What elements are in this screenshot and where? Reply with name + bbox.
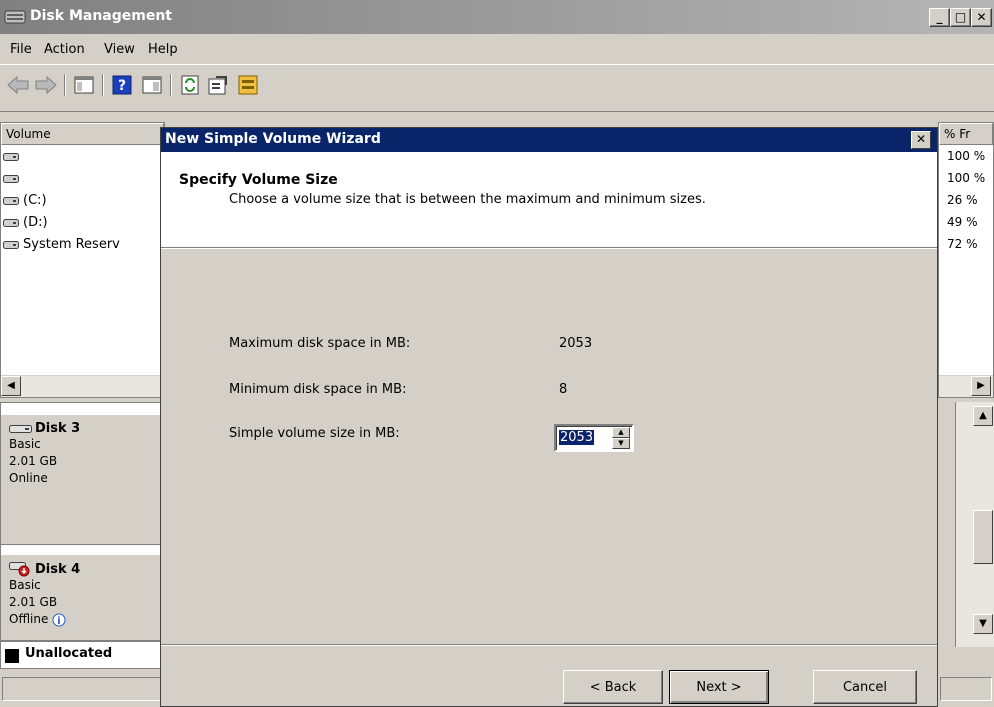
- toolbar-separator: [170, 74, 172, 96]
- help-icon[interactable]: ?: [110, 73, 134, 97]
- wizard-close-button[interactable]: ✕: [911, 131, 931, 149]
- disk-name: Disk 3: [35, 421, 81, 436]
- disk-type: Basic: [9, 578, 41, 592]
- min-space-value: 8: [559, 382, 568, 397]
- disk-icon: [3, 219, 19, 227]
- volume-hscrollbar[interactable]: ◀: [1, 375, 164, 397]
- new-simple-volume-wizard: New Simple Volume Wizard ✕ Specify Volum…: [160, 127, 938, 707]
- disk-icon: [3, 175, 19, 183]
- disk-icon: [3, 197, 19, 205]
- volume-row[interactable]: (C:): [1, 191, 164, 213]
- volume-label: (C:): [23, 193, 47, 208]
- volume-label: System Reserv: [23, 237, 120, 252]
- disk-icon: [9, 424, 32, 433]
- properties-icon[interactable]: [206, 73, 230, 97]
- menu-help[interactable]: Help: [148, 42, 178, 57]
- properties-pane-icon[interactable]: [140, 73, 164, 97]
- wizard-header: Specify Volume Size Choose a volume size…: [161, 152, 937, 248]
- volume-row[interactable]: [1, 169, 164, 191]
- volume-list: Volume (C:) (D:) System Reserv ◀: [0, 122, 165, 398]
- volume-row[interactable]: (D:): [1, 213, 164, 235]
- offline-disk-icon: [9, 562, 30, 577]
- refresh-icon[interactable]: [178, 73, 202, 97]
- cancel-button[interactable]: Cancel: [813, 670, 917, 704]
- toolbar: ?: [0, 64, 994, 112]
- volume-size-input[interactable]: 2053: [559, 430, 595, 445]
- percent-free-value: 26 %: [947, 193, 978, 207]
- toolbar-separator: [64, 74, 66, 96]
- wizard-title: New Simple Volume Wizard: [165, 131, 381, 147]
- svg-text:?: ?: [118, 78, 126, 94]
- back-button[interactable]: < Back: [563, 670, 663, 704]
- window-titlebar: Disk Management _ □ ✕: [0, 0, 994, 34]
- disk-name: Disk 4: [35, 561, 81, 577]
- window-title: Disk Management: [30, 8, 172, 24]
- wizard-titlebar: New Simple Volume Wizard ✕: [161, 128, 937, 152]
- volume-size-stepper[interactable]: 2053 ▲ ▼: [554, 424, 634, 452]
- scroll-down-icon[interactable]: ▼: [973, 614, 993, 634]
- menu-bar: File Action View Help: [0, 34, 994, 64]
- volume-row[interactable]: System Reserv: [1, 235, 164, 257]
- menu-action[interactable]: Action: [44, 42, 85, 57]
- minimize-button[interactable]: _: [929, 8, 950, 27]
- disk-management-icon: [4, 10, 26, 24]
- disk-size: 2.01 GB: [9, 454, 58, 468]
- wizard-step-subtitle: Choose a volume size that is between the…: [229, 192, 706, 207]
- toolbar-separator: [102, 74, 104, 96]
- volume-label: (D:): [23, 215, 48, 230]
- disk-vscrollbar[interactable]: ▲ ▼: [955, 402, 994, 647]
- disk-icon: [3, 241, 19, 249]
- free-percent-list: % Fr 100 % 100 % 26 % 49 % 72 % ▶: [938, 122, 994, 398]
- close-button[interactable]: ✕: [971, 8, 992, 27]
- next-button[interactable]: Next >: [669, 670, 769, 704]
- disk-icon: [3, 153, 19, 161]
- status-cell: [2, 677, 162, 701]
- min-space-label: Minimum disk space in MB:: [229, 382, 407, 397]
- percent-free-value: 72 %: [947, 237, 978, 251]
- disk-type: Basic: [9, 437, 41, 451]
- status-cell: [940, 677, 992, 701]
- menu-file[interactable]: File: [10, 42, 32, 57]
- settings-icon[interactable]: [236, 73, 260, 97]
- maximize-button[interactable]: □: [950, 8, 971, 27]
- disk-list: Disk 3 Basic 2.01 GB Online Disk 4 Basic…: [0, 402, 165, 647]
- back-arrow-icon[interactable]: [6, 73, 30, 97]
- disk-size: 2.01 GB: [9, 595, 58, 609]
- scroll-thumb[interactable]: [973, 510, 993, 564]
- legend-label: Unallocated: [25, 646, 113, 661]
- percent-free-value: 49 %: [947, 215, 978, 229]
- scroll-right-icon[interactable]: ▶: [971, 376, 991, 396]
- disk-status: Offline: [9, 612, 49, 626]
- column-header-percent-free[interactable]: % Fr: [939, 123, 993, 145]
- scroll-left-icon[interactable]: ◀: [1, 376, 21, 396]
- column-header-volume[interactable]: Volume: [1, 123, 164, 145]
- forward-arrow-icon[interactable]: [34, 73, 58, 97]
- percent-free-value: 100 %: [947, 171, 986, 185]
- footer-separator: [161, 644, 937, 646]
- percent-free-value: 100 %: [947, 149, 986, 163]
- wizard-step-title: Specify Volume Size: [179, 172, 338, 188]
- info-icon[interactable]: i: [52, 613, 66, 627]
- header-separator: [161, 248, 937, 250]
- disk-3-block[interactable]: Disk 3 Basic 2.01 GB Online: [1, 415, 164, 545]
- volume-row[interactable]: [1, 147, 164, 169]
- scroll-up-icon[interactable]: ▲: [973, 406, 993, 426]
- legend: Unallocated: [0, 641, 165, 669]
- menu-view[interactable]: View: [104, 42, 135, 57]
- spin-up-icon[interactable]: ▲: [612, 427, 630, 438]
- spin-down-icon[interactable]: ▼: [612, 438, 630, 449]
- unallocated-swatch: [5, 649, 19, 663]
- disk-4-block[interactable]: Disk 4 Basic 2.01 GB Offline i: [1, 555, 164, 641]
- percent-hscrollbar[interactable]: ▶: [939, 375, 993, 397]
- disk-status: Online: [9, 471, 48, 485]
- console-tree-icon[interactable]: [72, 73, 96, 97]
- svg-text:i: i: [58, 616, 61, 627]
- max-space-value: 2053: [559, 336, 593, 351]
- max-space-label: Maximum disk space in MB:: [229, 336, 411, 351]
- volume-size-label: Simple volume size in MB:: [229, 426, 400, 441]
